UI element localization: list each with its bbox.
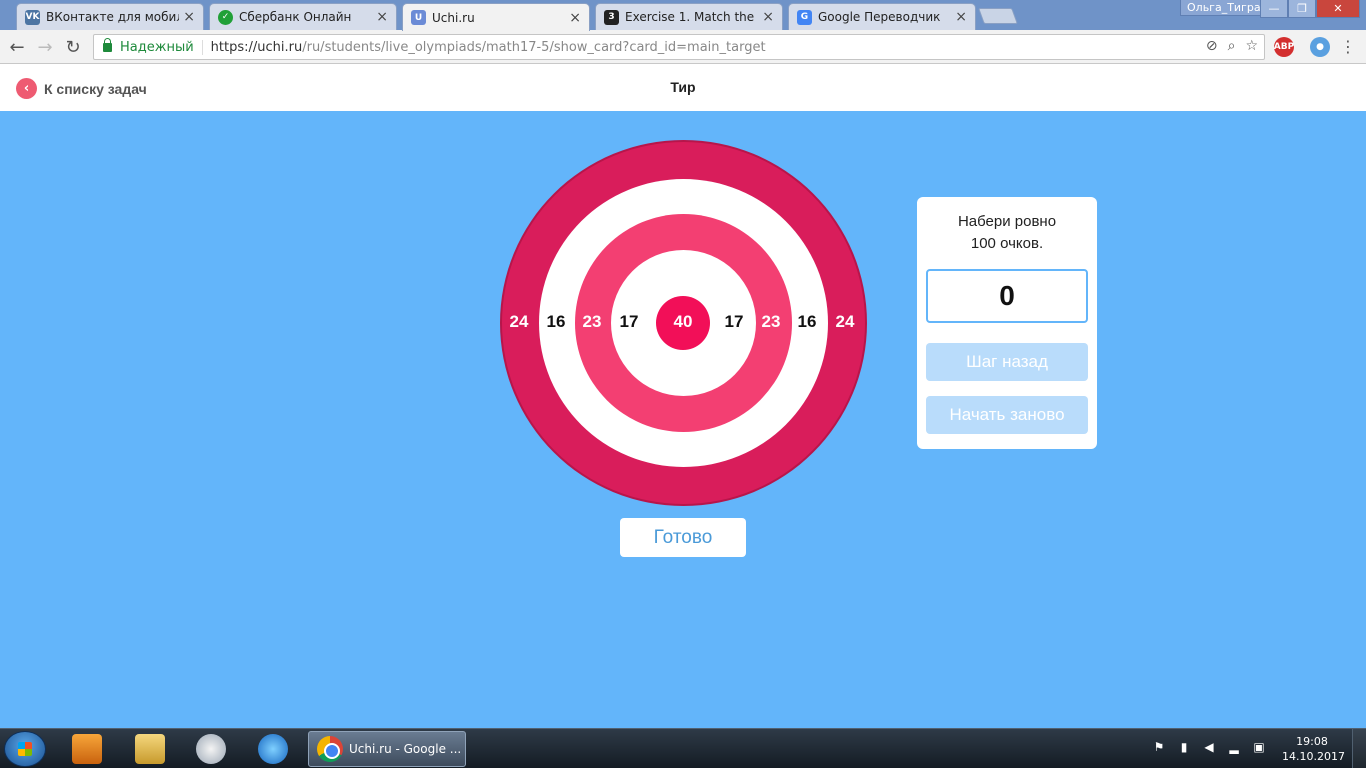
- ring-score-label: 17: [619, 312, 639, 331]
- blocked-content-icon[interactable]: ⊘: [1206, 38, 1218, 54]
- zoom-icon[interactable]: ⌕: [1228, 38, 1236, 54]
- tab-exercise[interactable]: 3 Exercise 1. Match the hol ×: [595, 3, 783, 30]
- exercise-icon: 3: [604, 9, 619, 25]
- close-tab-icon[interactable]: ×: [569, 10, 581, 26]
- tab-title: Google Переводчик: [818, 10, 941, 24]
- shooting-target: 24 16 23 17 40 17 23 16 24: [500, 140, 867, 506]
- page-header: ‹ К списку задач Тир: [0, 64, 1366, 111]
- system-tray: ⚑ ▮ ◀ ▂ ▣: [1152, 739, 1266, 755]
- minimize-icon[interactable]: —: [1260, 0, 1288, 18]
- tab-title: Uchi.ru: [432, 10, 475, 25]
- uchi-icon: U: [411, 10, 426, 25]
- browser-tab-strip: VK ВКонтакте для мобильн × ✓ Сбербанк Он…: [0, 0, 1366, 31]
- show-desktop-button[interactable]: [1352, 729, 1366, 768]
- browser-menu-icon[interactable]: ⋮: [1340, 37, 1356, 56]
- signal-icon[interactable]: ▂: [1227, 739, 1241, 755]
- windows-taskbar: Uchi.ru - Google ... ⚑ ▮ ◀ ▂ ▣ 19:08 14.…: [0, 728, 1366, 768]
- file-explorer-icon[interactable]: [135, 734, 165, 764]
- clock-date: 14.10.2017: [1282, 750, 1345, 763]
- forward-arrow-icon[interactable]: →: [34, 36, 56, 58]
- url-text[interactable]: https://uchi.ru/ru/students/live_olympia…: [211, 40, 766, 55]
- clock-time: 19:08: [1296, 735, 1328, 748]
- secure-label: Надежный: [120, 39, 203, 55]
- new-tab-button[interactable]: [978, 8, 1018, 24]
- taskbar-window-title: Uchi.ru - Google ...: [349, 742, 462, 756]
- sberbank-icon: ✓: [218, 9, 233, 25]
- address-bar[interactable]: Надежный https://uchi.ru/ru/students/liv…: [93, 34, 1265, 60]
- extension-icon[interactable]: ●: [1310, 37, 1330, 57]
- ring-score-label: 23: [761, 312, 781, 331]
- task-panel: Набери ровно 100 очков. 0 Шаг назад Нача…: [917, 197, 1097, 449]
- reload-icon[interactable]: ↻: [62, 36, 84, 58]
- ring-score-label: 16: [546, 312, 566, 331]
- google-translate-icon: G: [797, 9, 812, 25]
- close-tab-icon[interactable]: ×: [762, 9, 774, 25]
- back-arrow-icon[interactable]: ←: [6, 36, 28, 58]
- ring-score-label: 24: [509, 312, 529, 331]
- adblock-extension-icon[interactable]: ABP: [1274, 37, 1294, 57]
- system-clock[interactable]: 19:08 14.10.2017: [1282, 734, 1345, 764]
- user-profile-badge[interactable]: Ольга_Тигра: [1180, 0, 1268, 16]
- task-text: Набери ровно 100 очков.: [917, 211, 1097, 255]
- ring-score-label: 24: [835, 312, 855, 331]
- taskbar-chrome-window[interactable]: Uchi.ru - Google ...: [308, 731, 466, 767]
- vk-icon: VK: [25, 9, 40, 25]
- close-tab-icon[interactable]: ×: [955, 9, 967, 25]
- close-tab-icon[interactable]: ×: [376, 9, 388, 25]
- task-line-2: 100 очков.: [970, 235, 1044, 252]
- bullseye-score-label: 40: [673, 312, 693, 331]
- task-line-1: Набери ровно: [957, 213, 1057, 230]
- media-player-icon[interactable]: [72, 734, 102, 764]
- lock-icon: [103, 37, 112, 52]
- tab-uchi[interactable]: U Uchi.ru ×: [402, 3, 590, 31]
- tab-title: ВКонтакте для мобильн: [46, 10, 179, 24]
- restore-icon[interactable]: ❐: [1288, 0, 1316, 18]
- tab-google-translate[interactable]: G Google Переводчик ×: [788, 3, 976, 30]
- tab-title: Exercise 1. Match the hol: [625, 10, 758, 24]
- window-controls: — ❐ ✕: [1260, 0, 1360, 18]
- url-host: https://uchi.ru: [210, 39, 303, 55]
- url-path: /ru/students/live_olympiads/math17-5/sho…: [302, 39, 766, 55]
- network-icon[interactable]: ▣: [1252, 739, 1266, 755]
- close-window-icon[interactable]: ✕: [1316, 0, 1360, 18]
- restart-button[interactable]: Начать заново: [926, 396, 1088, 434]
- omnibox-icons: ⊘ ⌕ ☆: [1206, 38, 1258, 54]
- flag-icon[interactable]: ⚑: [1152, 739, 1166, 755]
- tab-vkontakte[interactable]: VK ВКонтакте для мобильн ×: [16, 3, 204, 30]
- tab-sberbank[interactable]: ✓ Сбербанк Онлайн ×: [209, 3, 397, 30]
- score-display: 0: [926, 269, 1088, 323]
- browser-toolbar: ← → ↻ Надежный https://uchi.ru/ru/studen…: [0, 30, 1366, 64]
- ring-score-label: 16: [797, 312, 817, 331]
- internet-explorer-icon[interactable]: [258, 734, 288, 764]
- bookmark-star-icon[interactable]: ☆: [1245, 38, 1258, 54]
- chrome-icon: [317, 736, 343, 762]
- paint-icon[interactable]: [196, 734, 226, 764]
- page-title: Тир: [670, 79, 696, 95]
- ring-score-label: 17: [724, 312, 744, 331]
- start-button[interactable]: [4, 731, 46, 767]
- battery-icon[interactable]: ▮: [1177, 739, 1191, 755]
- close-tab-icon[interactable]: ×: [183, 9, 195, 25]
- tab-title: Сбербанк Онлайн: [239, 10, 352, 24]
- ring-score-label: 23: [582, 312, 602, 331]
- done-button[interactable]: Готово: [620, 518, 746, 557]
- volume-icon[interactable]: ◀: [1202, 739, 1216, 755]
- step-back-button[interactable]: Шаг назад: [926, 343, 1088, 381]
